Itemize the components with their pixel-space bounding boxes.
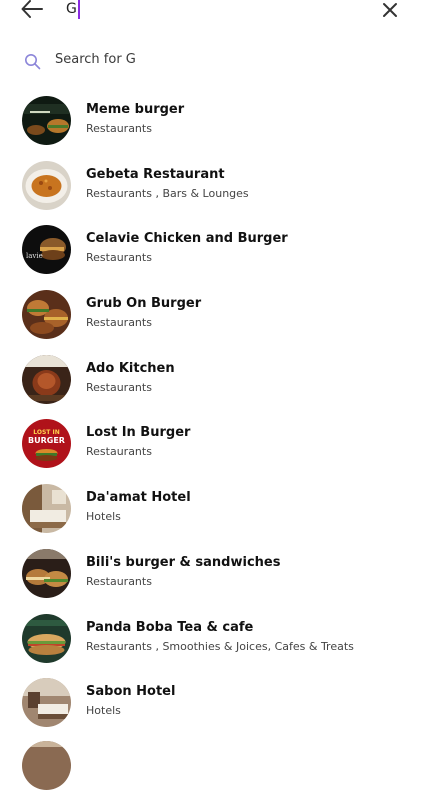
arrow-left-icon xyxy=(21,0,43,18)
result-thumbnail xyxy=(22,484,71,534)
back-button[interactable] xyxy=(18,0,46,21)
result-category: Restaurants xyxy=(86,574,152,588)
result-title: Gebeta Restaurant xyxy=(86,166,225,182)
result-category: Restaurants , Bars & Lounges xyxy=(86,186,249,200)
result-category: Hotels xyxy=(86,704,121,718)
result-thumbnail xyxy=(22,160,71,210)
result-item[interactable]: lavie Celavie Chicken and Burger Restaur… xyxy=(0,221,422,286)
search-input[interactable]: G xyxy=(66,0,80,20)
result-title: Meme burger xyxy=(86,102,185,117)
result-item[interactable]: Panda Boba Tea & cafe Restaurants , Smoo… xyxy=(0,610,422,675)
result-item[interactable]: LOST IN BURGER Lost In Burger Restaurant… xyxy=(0,415,422,480)
result-category: Hotels xyxy=(86,510,121,524)
result-category: Restaurants xyxy=(86,122,152,135)
result-item[interactable]: Da'amat Hotel Hotels xyxy=(0,480,422,545)
result-title: Ado Kitchen xyxy=(86,360,175,376)
svg-text:lavie: lavie xyxy=(26,252,43,260)
svg-text:BURGER: BURGER xyxy=(28,436,65,445)
result-category: Restaurants xyxy=(86,251,152,265)
result-title: Da'amat Hotel xyxy=(86,490,191,506)
result-thumbnail xyxy=(22,548,71,598)
search-query-text: G xyxy=(66,1,77,17)
result-item[interactable]: Meme burger Restaurants xyxy=(0,92,422,157)
clear-search-button[interactable] xyxy=(378,0,402,22)
text-caret xyxy=(77,0,80,19)
result-title: Sabon Hotel xyxy=(86,684,176,700)
result-item[interactable]: Sabon Hotel Hotels xyxy=(0,674,422,739)
result-thumbnail-partial xyxy=(22,741,71,790)
result-title: Panda Boba Tea & cafe xyxy=(86,619,254,635)
results-list: Meme burger Restaurants Gebeta Restauran… xyxy=(0,92,422,739)
result-title: Celavie Chicken and Burger xyxy=(86,231,288,247)
result-title: Lost In Burger xyxy=(86,425,191,441)
result-thumbnail: lavie xyxy=(22,225,71,275)
result-item[interactable]: Bili's burger & sandwiches Restaurants xyxy=(0,545,422,610)
result-thumbnail xyxy=(22,290,71,340)
svg-text:LOST IN: LOST IN xyxy=(33,429,59,436)
result-category: Restaurants xyxy=(86,380,152,394)
result-item[interactable]: Gebeta Restaurant Restaurants , Bars & L… xyxy=(0,157,422,222)
result-item[interactable]: Ado Kitchen Restaurants xyxy=(0,351,422,416)
search-suggestion[interactable]: Search for G xyxy=(0,46,422,76)
search-header: G xyxy=(0,0,422,22)
result-category: Restaurants xyxy=(86,316,152,330)
search-icon xyxy=(25,54,41,70)
result-title: Bili's burger & sandwiches xyxy=(86,554,281,570)
result-title: Grub On Burger xyxy=(86,296,202,312)
search-suggestion-text: Search for G xyxy=(55,52,136,67)
result-thumbnail: LOST IN BURGER xyxy=(22,419,71,469)
result-category: Restaurants , Smoothies & Joices, Cafes … xyxy=(86,639,354,653)
result-thumbnail xyxy=(22,613,71,663)
close-icon xyxy=(383,3,397,17)
result-thumbnail xyxy=(22,96,71,145)
result-thumbnail xyxy=(22,678,71,728)
result-item[interactable]: Grub On Burger Restaurants xyxy=(0,286,422,351)
result-thumbnail xyxy=(22,354,71,404)
result-category: Restaurants xyxy=(86,445,152,459)
